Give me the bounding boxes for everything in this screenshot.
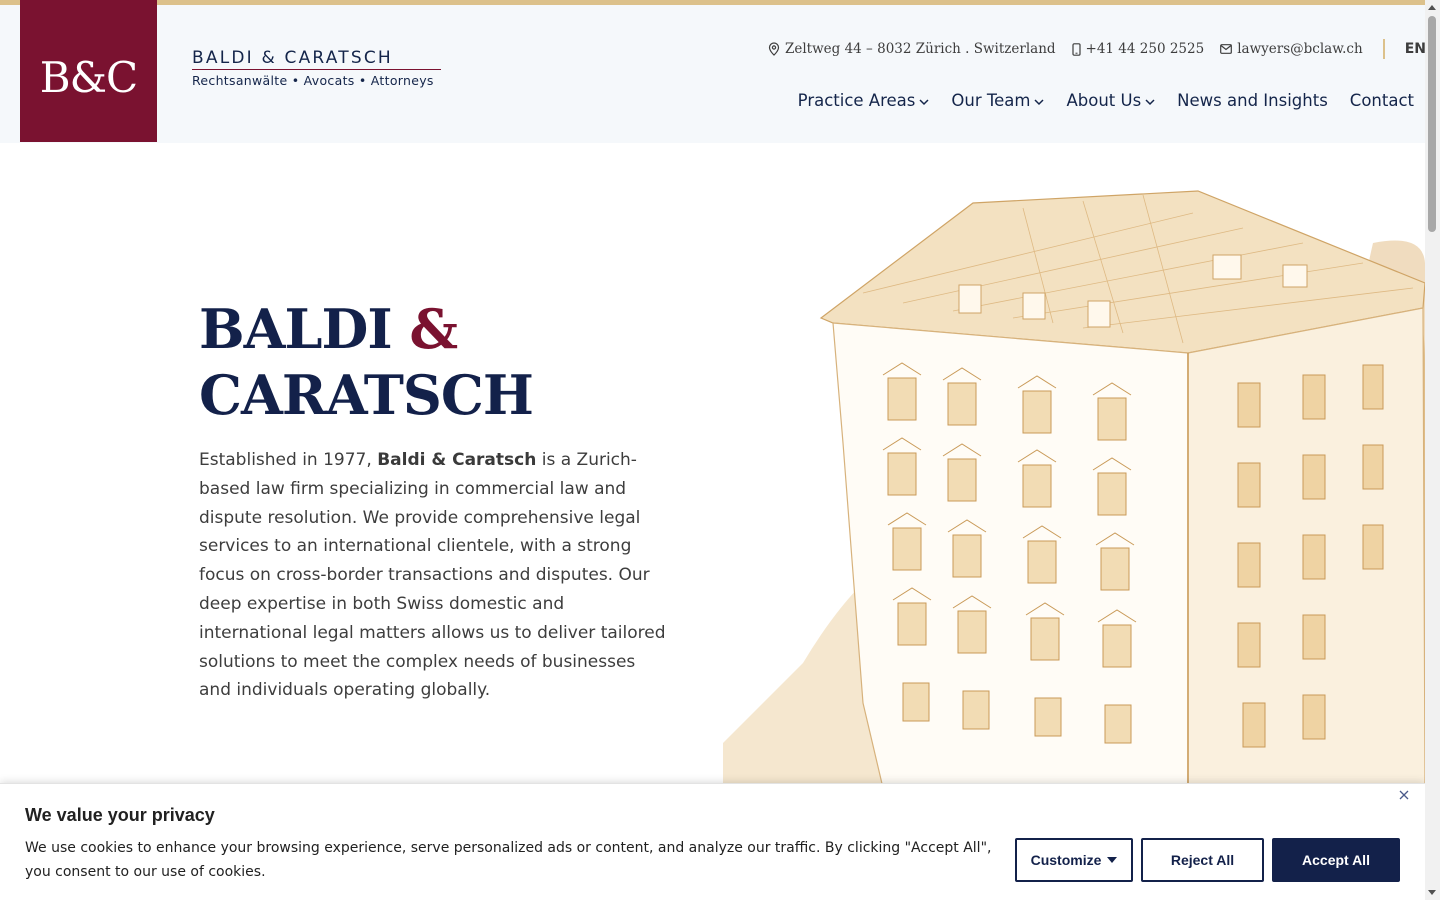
cookie-title: We value your privacy [25, 805, 215, 825]
hero-intro-paragraph: Established in 1977, Baldi & Caratsch is… [199, 446, 669, 705]
language-label: EN [1404, 41, 1426, 57]
nav-news-insights[interactable]: News and Insights [1177, 91, 1328, 110]
nav-contact[interactable]: Contact [1350, 91, 1414, 110]
accept-label: Accept All [1302, 852, 1370, 868]
cookie-text: We use cookies to enhance your browsing … [25, 840, 992, 880]
envelope-icon [1220, 44, 1233, 54]
contact-bar: Zeltweg 44 – 8032 Zürich . Switzerland +… [768, 39, 1437, 59]
nav-label: About Us [1066, 91, 1142, 110]
brand-name: BALDI & CARATSCH [192, 49, 441, 70]
hero-body-firm-name: Baldi & Caratsch [377, 450, 537, 470]
page-scrollbar[interactable] [1425, 0, 1440, 900]
contact-divider [1382, 39, 1385, 59]
accept-all-button[interactable]: Accept All [1272, 838, 1400, 882]
scrollbar-thumb[interactable] [1428, 16, 1436, 232]
brand-tagline: Rechtsanwälte • Avocats • Attorneys [192, 73, 434, 88]
nav-label: Our Team [951, 91, 1031, 110]
mobile-phone-icon [1071, 42, 1081, 56]
address-link[interactable]: Zeltweg 44 – 8032 Zürich . Switzerland [768, 41, 1056, 57]
main-nav: Practice Areas Our Team About Us News an… [776, 91, 1414, 110]
phone-link[interactable]: +41 44 250 2525 [1071, 41, 1205, 57]
hero-title-part1: BALDI [199, 297, 410, 361]
nav-label: News and Insights [1177, 91, 1328, 110]
nav-about-us[interactable]: About Us [1066, 91, 1155, 110]
phone-text: +41 44 250 2525 [1085, 41, 1205, 57]
reject-label: Reject All [1170, 852, 1235, 868]
hero-title-ampersand: & [409, 297, 458, 361]
nav-label: Contact [1349, 91, 1414, 110]
chevron-down-icon [1145, 98, 1155, 105]
reject-all-button[interactable]: Reject All [1141, 838, 1264, 882]
caret-down-icon [1107, 857, 1118, 863]
hero-title-part2: CARATSCH [199, 363, 534, 427]
email-text: lawyers@bclaw.ch [1237, 41, 1363, 57]
email-link[interactable]: lawyers@bclaw.ch [1220, 41, 1363, 57]
hero-body-rest: is a Zurich-based law firm specializing … [199, 450, 666, 701]
logo-monogram: B&C [39, 52, 138, 102]
chevron-down-icon [919, 98, 929, 105]
location-pin-icon [768, 42, 780, 56]
hero-body-lead: Established in 1977, [199, 450, 378, 470]
logo[interactable]: B&C [20, 0, 157, 142]
building-illustration [723, 143, 1425, 788]
address-text: Zeltweg 44 – 8032 Zürich . Switzerland [785, 41, 1056, 57]
site-header: B&C BALDI & CARATSCH Rechtsanwälte • Avo… [0, 0, 1437, 143]
nav-practice-areas[interactable]: Practice Areas [798, 91, 930, 110]
customize-label: Customize [1030, 852, 1102, 868]
close-icon[interactable] [1397, 788, 1411, 802]
scroll-down-arrow-icon[interactable] [1428, 890, 1436, 895]
nav-our-team[interactable]: Our Team [951, 91, 1044, 110]
customize-button[interactable]: Customize [1015, 838, 1133, 882]
nav-label: Practice Areas [797, 91, 916, 110]
cookie-consent-banner: We value your privacy We use cookies to … [0, 783, 1425, 900]
scroll-up-arrow-icon[interactable] [1428, 5, 1436, 10]
brand-wordmark[interactable]: BALDI & CARATSCH Rechtsanwälte • Avocats… [192, 49, 441, 88]
chevron-down-icon [1034, 98, 1044, 105]
hero-title: BALDI & CARATSCH [199, 296, 534, 428]
